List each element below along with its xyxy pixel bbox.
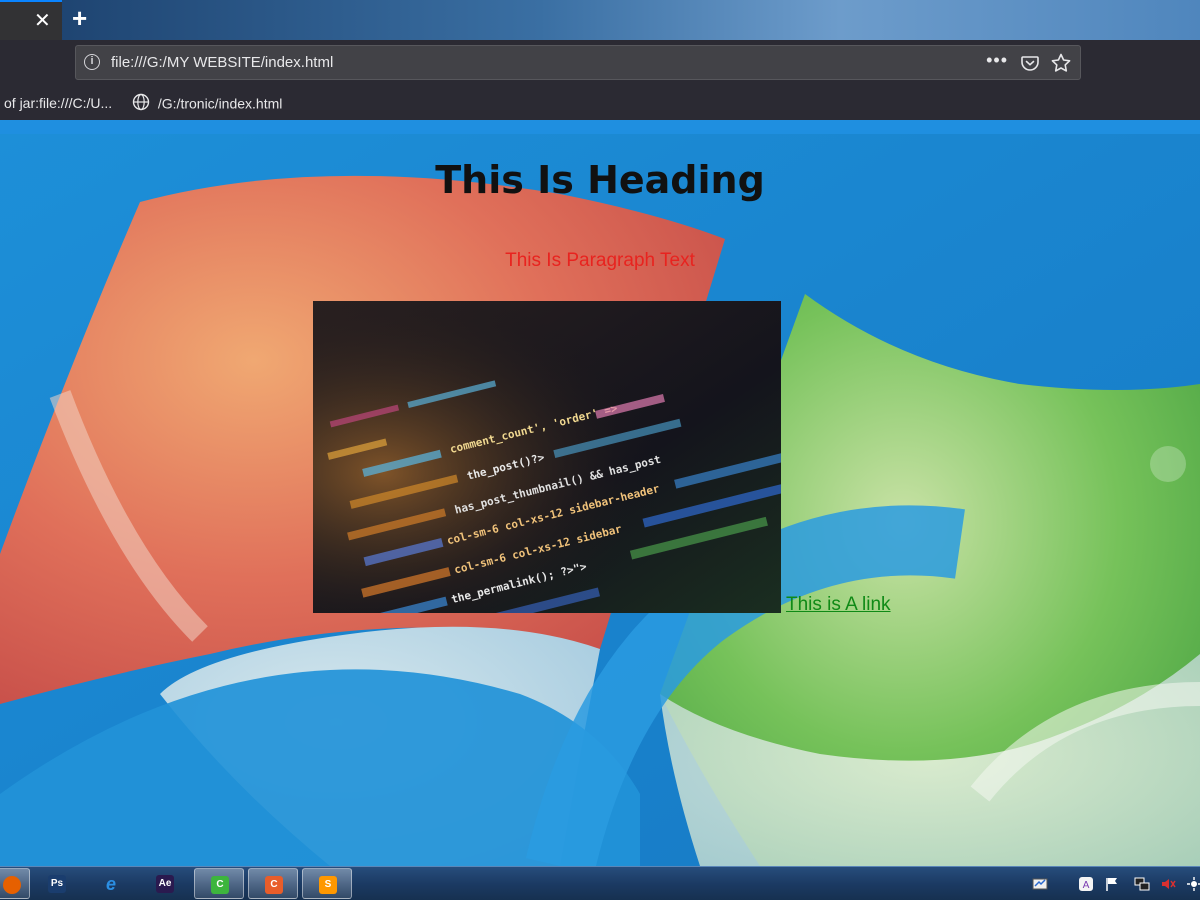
screen: ✕ + i file:///G:/MY WEBSITE/index.html •… bbox=[0, 0, 1200, 900]
volume-icon[interactable] bbox=[1160, 876, 1176, 892]
bookmarks-toolbar: of jar:file:///C:/U... /G:/tronic/index.… bbox=[0, 86, 1200, 120]
page-heading: This Is Heading bbox=[435, 158, 765, 202]
globe-icon bbox=[132, 93, 150, 114]
bookmark-star-icon[interactable] bbox=[1050, 52, 1072, 79]
taskbar-button-sublime-text[interactable]: S bbox=[302, 868, 352, 899]
taskbar-button-camtasia-orange[interactable]: C bbox=[248, 868, 298, 899]
camtasia-orange-icon: C bbox=[265, 876, 283, 894]
taskbar-button-camtasia-green[interactable]: C bbox=[194, 868, 244, 899]
photoshop-icon: Ps bbox=[48, 875, 66, 893]
page-link[interactable]: This is A link bbox=[786, 594, 891, 616]
more-actions-icon[interactable]: ••• bbox=[986, 50, 1008, 71]
page-top-edge bbox=[0, 120, 1200, 134]
taskbar-button-firefox[interactable] bbox=[0, 868, 30, 899]
browser-tab[interactable]: ✕ bbox=[0, 0, 62, 40]
bookmark-item[interactable]: of jar:file:///C:/U... bbox=[4, 95, 112, 111]
brightness-icon[interactable] bbox=[1186, 876, 1200, 892]
paragraph-text: This Is Paragraph Text bbox=[505, 250, 695, 271]
flag-icon[interactable] bbox=[1104, 876, 1120, 892]
action-center-icon[interactable] bbox=[1032, 876, 1048, 892]
taskbar-button-internet-explorer[interactable]: e bbox=[86, 868, 136, 899]
pocket-icon[interactable] bbox=[1020, 53, 1040, 78]
network-icon[interactable] bbox=[1134, 876, 1150, 892]
code-screenshot-image: comment_count', 'order' => the_post()?> … bbox=[313, 301, 781, 613]
after-effects-icon: Ae bbox=[156, 875, 174, 893]
internet-explorer-icon: e bbox=[105, 874, 116, 894]
bookmark-item[interactable]: /G:/tronic/index.html bbox=[132, 93, 282, 114]
new-tab-icon[interactable]: + bbox=[72, 5, 87, 31]
info-icon[interactable]: i bbox=[84, 54, 100, 70]
address-bar[interactable]: i file:///G:/MY WEBSITE/index.html ••• bbox=[75, 45, 1081, 80]
app-tray-icon[interactable]: A bbox=[1078, 876, 1094, 892]
page-viewport: This Is Heading This Is Paragraph Text c… bbox=[0, 134, 1200, 866]
bookmark-label: /G:/tronic/index.html bbox=[157, 95, 283, 112]
sublime-text-icon: S bbox=[319, 876, 337, 894]
firefox-icon bbox=[3, 876, 21, 894]
svg-text:A: A bbox=[1083, 880, 1090, 891]
taskbar-button-photoshop[interactable]: Ps bbox=[32, 868, 82, 899]
navigation-bar: i file:///G:/MY WEBSITE/index.html ••• bbox=[0, 40, 1200, 86]
taskbar: Ps e Ae C C S A bbox=[0, 866, 1200, 900]
tab-bar: ✕ + bbox=[0, 0, 1200, 40]
taskbar-button-after-effects[interactable]: Ae bbox=[140, 868, 190, 899]
url-text[interactable]: file:///G:/MY WEBSITE/index.html bbox=[111, 54, 333, 71]
camtasia-green-icon: C bbox=[211, 876, 229, 894]
close-tab-icon[interactable]: ✕ bbox=[34, 8, 51, 34]
